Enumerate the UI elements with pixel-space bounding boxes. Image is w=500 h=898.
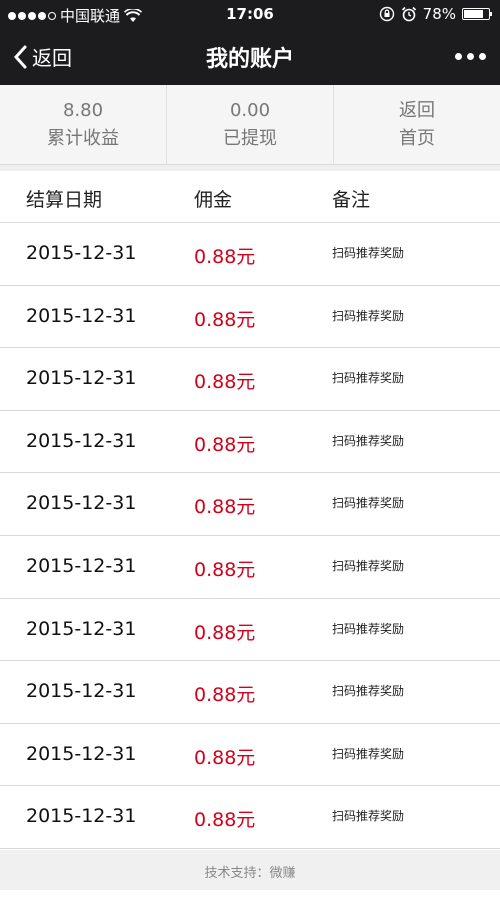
row-note: 扫码推荐奖励 xyxy=(332,809,405,824)
row-date: 2015-12-31 xyxy=(26,429,137,452)
row-date: 2015-12-31 xyxy=(26,367,137,390)
row-date: 2015-12-31 xyxy=(26,680,137,703)
row-amount: 0.88元 xyxy=(194,746,256,769)
table-row: 2015-12-31 0.88元 扫码推荐奖励 xyxy=(0,223,500,286)
table-row: 2015-12-31 0.88元 扫码推荐奖励 xyxy=(0,285,500,349)
nav-bar: 返回 我的账户 xyxy=(0,28,500,85)
page-title: 我的账户 xyxy=(205,47,294,72)
row-amount: 0.88元 xyxy=(194,496,256,519)
row-amount: 0.88元 xyxy=(194,433,256,456)
summary-value: 0.00 xyxy=(229,99,271,121)
row-amount: 0.88元 xyxy=(194,558,256,581)
row-note: 扫码推荐奖励 xyxy=(332,308,405,323)
header-note: 备注 xyxy=(332,189,371,211)
row-amount: 0.88元 xyxy=(194,371,256,394)
more-options-icon[interactable] xyxy=(455,42,486,70)
summary-value: 返回 xyxy=(399,99,435,121)
rotation-lock-icon xyxy=(379,6,394,22)
summary-total-earnings: 8.80 累计收益 xyxy=(0,85,167,164)
alarm-icon xyxy=(401,6,416,22)
summary-value: 8.80 xyxy=(62,99,104,121)
summary-label: 已提现 xyxy=(223,127,277,149)
table-header: 结算日期 佣金 备注 xyxy=(0,171,500,223)
table-row: 2015-12-31 0.88元 扫码推荐奖励 xyxy=(0,598,500,662)
summary-withdrawn: 0.00 已提现 xyxy=(167,85,334,164)
row-date: 2015-12-31 xyxy=(26,304,137,327)
row-note: 扫码推荐奖励 xyxy=(332,433,405,448)
row-amount: 0.88元 xyxy=(194,308,256,331)
footer-text: 技术支持：微赚 xyxy=(204,866,296,881)
summary-label: 首页 xyxy=(399,127,435,149)
row-date: 2015-12-31 xyxy=(26,554,137,577)
row-amount: 0.88元 xyxy=(194,809,256,832)
header-date: 结算日期 xyxy=(26,189,103,211)
row-amount: 0.88元 xyxy=(194,684,256,707)
status-right: 78% xyxy=(379,5,492,23)
row-note: 扫码推荐奖励 xyxy=(332,246,405,260)
table-row: 2015-12-31 0.88元 扫码推荐奖励 xyxy=(0,786,500,849)
table-row: 2015-12-31 0.88元 扫码推荐奖励 xyxy=(0,410,500,474)
table-row: 2015-12-31 0.88元 扫码推荐奖励 xyxy=(0,473,500,536)
account-summary: 8.80 累计收益 0.00 已提现 返回 首页 xyxy=(0,85,500,165)
footer: 技术支持：微赚 xyxy=(0,850,500,890)
table-row: 2015-12-31 0.88元 扫码推荐奖励 xyxy=(0,535,500,599)
header-amount: 佣金 xyxy=(194,189,233,211)
row-amount: 0.88元 xyxy=(194,246,256,268)
row-amount: 0.88元 xyxy=(194,621,256,644)
summary-label: 累计收益 xyxy=(47,127,119,149)
status-bar: 中国联通 17:06 78% xyxy=(0,0,500,28)
table-row: 2015-12-31 0.88元 扫码推荐奖励 xyxy=(0,661,500,724)
table-row: 2015-12-31 0.88元 扫码推荐奖励 xyxy=(0,348,500,411)
row-date: 2015-12-31 xyxy=(26,805,137,828)
back-home-button[interactable]: 返回 首页 xyxy=(334,85,500,164)
commission-table: 2015-12-31 0.88元 扫码推荐奖励 2015-12-31 0.88元 扫码推荐… xyxy=(0,223,500,849)
row-note: 扫码推荐奖励 xyxy=(332,684,405,699)
row-note: 扫码推荐奖励 xyxy=(332,371,405,386)
table-row: 2015-12-31 0.88元 扫码推荐奖励 xyxy=(0,723,500,787)
row-date: 2015-12-31 xyxy=(26,617,137,640)
row-date: 2015-12-31 xyxy=(26,492,137,515)
battery-percent: 78% xyxy=(422,5,456,23)
row-note: 扫码推荐奖励 xyxy=(332,746,405,761)
row-date: 2015-12-31 xyxy=(26,742,137,765)
row-note: 扫码推荐奖励 xyxy=(332,496,405,511)
row-note: 扫码推荐奖励 xyxy=(332,621,405,636)
row-note: 扫码推荐奖励 xyxy=(332,558,405,573)
battery-icon xyxy=(462,8,492,20)
row-date: 2015-12-31 xyxy=(26,242,137,264)
